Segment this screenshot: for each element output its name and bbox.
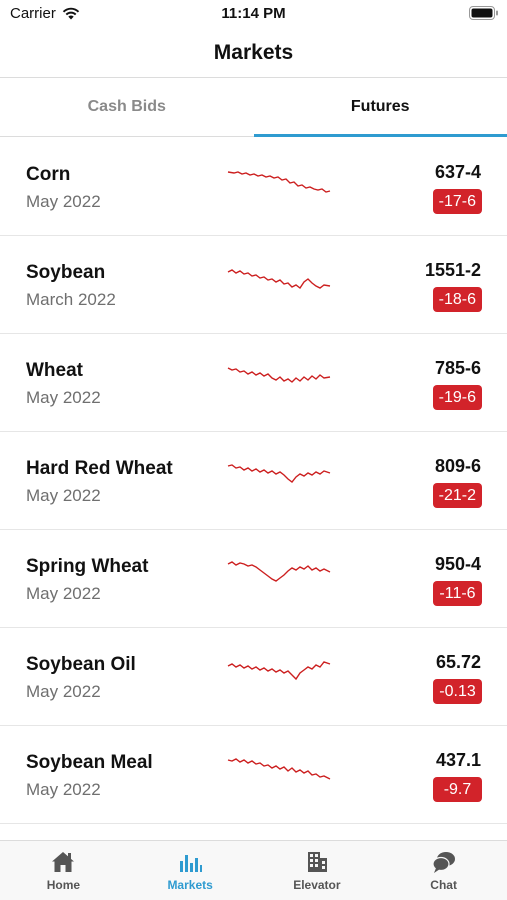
market-month: May 2022 bbox=[26, 486, 101, 505]
tab-home[interactable]: Home bbox=[0, 841, 127, 900]
market-month: May 2022 bbox=[26, 682, 101, 701]
market-name: Corn bbox=[26, 164, 71, 185]
market-row-spring-wheat[interactable]: Spring Wheat May 2022 950-4 -11-6 bbox=[0, 530, 507, 628]
chat-icon bbox=[432, 852, 455, 873]
market-price: 950-4 bbox=[434, 554, 481, 574]
market-name: Hard Red Wheat bbox=[26, 458, 173, 479]
home-icon bbox=[52, 852, 75, 872]
market-name: Soybean bbox=[26, 262, 106, 283]
sparkline-chart bbox=[227, 661, 331, 681]
bar-chart-icon bbox=[180, 855, 203, 872]
market-price: 637-4 bbox=[434, 162, 481, 182]
tab-home-label: Home bbox=[46, 878, 81, 892]
market-month: May 2022 bbox=[26, 584, 101, 603]
sparkline-chart bbox=[227, 464, 331, 483]
tab-markets[interactable]: Markets bbox=[127, 841, 254, 900]
bottom-tab-bar: Home Markets Elevator Chat bbox=[0, 840, 507, 900]
tab-cash-bids[interactable]: Cash Bids bbox=[0, 78, 254, 136]
market-price: 785-6 bbox=[434, 358, 481, 378]
market-month: May 2022 bbox=[26, 192, 101, 211]
sparkline-chart bbox=[227, 758, 331, 780]
market-month: March 2022 bbox=[26, 290, 116, 309]
sparkline-chart bbox=[227, 561, 331, 582]
market-row-wheat[interactable]: Wheat May 2022 785-6 -19-6 bbox=[0, 334, 507, 432]
sparkline-chart bbox=[227, 171, 331, 193]
tab-chat[interactable]: Chat bbox=[380, 841, 507, 900]
market-name: Soybean Meal bbox=[26, 752, 153, 773]
market-price: 1551-2 bbox=[424, 260, 481, 280]
status-right bbox=[469, 6, 499, 24]
market-price: 437.1 bbox=[435, 750, 481, 770]
battery-icon bbox=[469, 6, 498, 20]
market-row-soybean-oil[interactable]: Soybean Oil May 2022 65.72 -0.13 bbox=[0, 628, 507, 726]
market-price: 809-6 bbox=[434, 456, 481, 476]
price-change-badge: -21-2 bbox=[432, 483, 482, 508]
market-month: May 2022 bbox=[26, 780, 101, 799]
market-row-soybean-meal[interactable]: Soybean Meal May 2022 437.1 -9.7 bbox=[0, 726, 507, 824]
status-time: 11:14 PM bbox=[221, 5, 286, 22]
market-price: 65.72 bbox=[435, 652, 481, 672]
building-icon bbox=[307, 852, 327, 872]
price-change-badge: -18-6 bbox=[432, 287, 482, 312]
segment-tabs: Cash Bids Futures bbox=[0, 78, 507, 137]
market-name: Spring Wheat bbox=[26, 556, 149, 577]
market-name: Wheat bbox=[26, 360, 83, 381]
tab-elevator[interactable]: Elevator bbox=[254, 841, 381, 900]
market-month: May 2022 bbox=[26, 388, 101, 407]
price-change-badge: -9.7 bbox=[433, 777, 482, 802]
markets-list: Corn May 2022 637-4 -17-6 Soybean March … bbox=[0, 138, 507, 840]
market-name: Soybean Oil bbox=[26, 654, 136, 675]
tab-elevator-label: Elevator bbox=[293, 878, 341, 892]
market-row-corn[interactable]: Corn May 2022 637-4 -17-6 bbox=[0, 138, 507, 236]
tab-markets-label: Markets bbox=[167, 878, 213, 892]
price-change-badge: -11-6 bbox=[433, 581, 482, 606]
price-change-badge: -19-6 bbox=[432, 385, 482, 410]
sparkline-chart bbox=[227, 367, 331, 383]
page-title: Markets bbox=[0, 28, 507, 78]
status-bar: Carrier 11:14 PM bbox=[0, 0, 507, 28]
tab-futures[interactable]: Futures bbox=[253, 78, 507, 137]
market-row-hard-red-wheat[interactable]: Hard Red Wheat May 2022 809-6 -21-2 bbox=[0, 432, 507, 530]
tab-chat-label: Chat bbox=[430, 878, 457, 892]
price-change-badge: -17-6 bbox=[432, 189, 482, 214]
market-row-soybean[interactable]: Soybean March 2022 1551-2 -18-6 bbox=[0, 236, 507, 334]
price-change-badge: -0.13 bbox=[433, 679, 482, 704]
sparkline-chart bbox=[227, 269, 331, 290]
